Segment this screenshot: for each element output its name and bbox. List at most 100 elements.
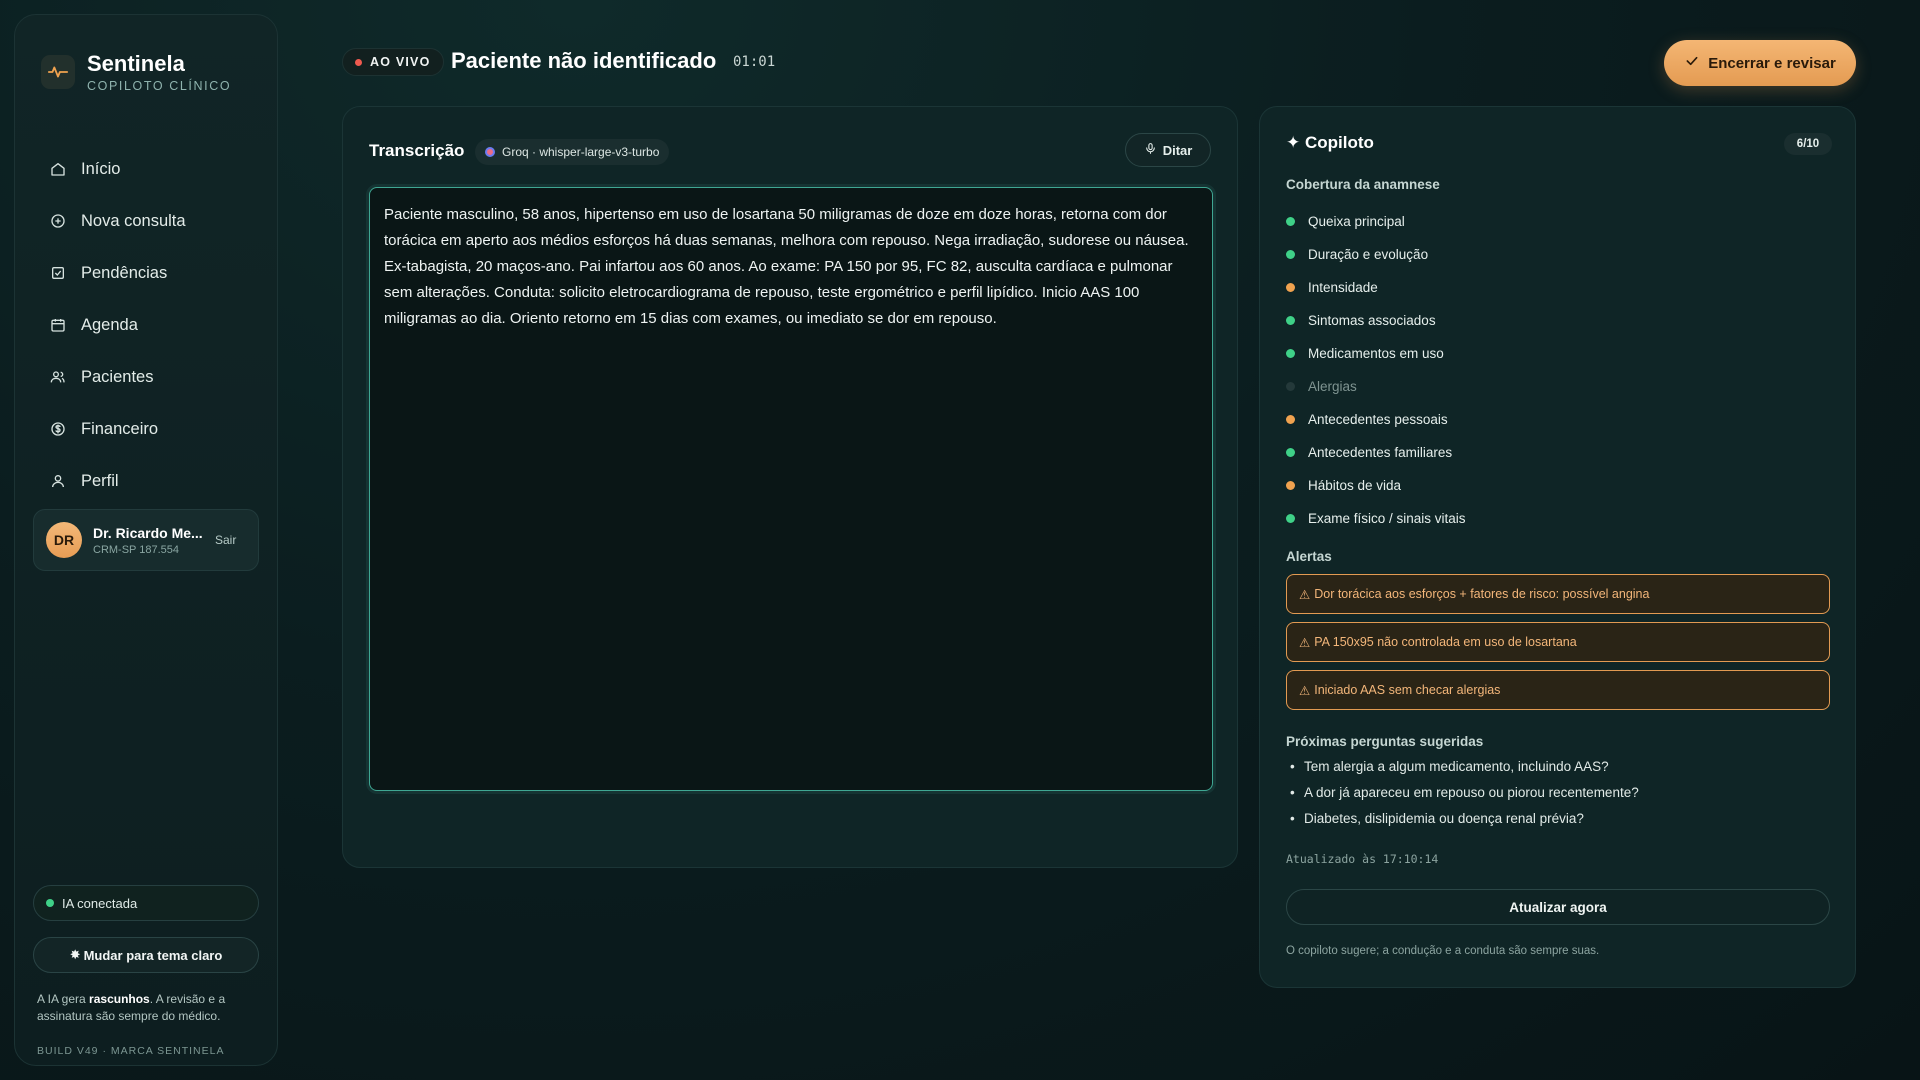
nav-item-label: Agenda xyxy=(81,315,138,334)
warning-icon: ⚠ xyxy=(1299,683,1311,698)
status-dot-icon xyxy=(1286,415,1295,424)
status-dot-icon xyxy=(1286,514,1295,523)
coverage-item-label: Alergias xyxy=(1308,379,1357,394)
coverage-list: Queixa principal Duração e evolução Intens… xyxy=(1286,205,1826,535)
nav-item-label: Pendências xyxy=(81,263,168,282)
transcription-panel: Transcrição Groq · whisper-large-v3-turb… xyxy=(342,106,1238,868)
status-dot-icon xyxy=(1286,316,1295,325)
user-crm: CRM-SP 187.554 xyxy=(93,543,180,556)
coverage-count-badge: 6/10 xyxy=(1784,133,1832,155)
user-icon xyxy=(49,472,67,490)
brand-name: Sentinela xyxy=(87,51,185,76)
status-dot-icon xyxy=(1286,382,1295,391)
coverage-item: Duração e evolução xyxy=(1286,238,1826,271)
list-item: Tem alergia a algum medicamento, incluin… xyxy=(1304,753,1834,779)
dictate-label: Ditar xyxy=(1162,142,1193,158)
questions-title: Próximas perguntas sugeridas xyxy=(1286,734,1484,749)
calendar-icon xyxy=(49,316,67,334)
alert-item: ⚠ Dor torácica aos esforços + fatores de … xyxy=(1286,574,1830,614)
coverage-item: Medicamentos em uso xyxy=(1286,337,1826,370)
coverage-title: Cobertura da anamnese xyxy=(1286,177,1440,192)
coverage-item-label: Medicamentos em uso xyxy=(1308,346,1444,361)
status-dot-icon xyxy=(1286,250,1295,259)
alert-item: ⚠ PA 150x95 não controlada em uso de losa… xyxy=(1286,622,1830,662)
nav-item-label: Perfil xyxy=(81,471,119,490)
coverage-item-label: Intensidade xyxy=(1308,280,1378,295)
coverage-item: Exame físico / sinais vitais xyxy=(1286,502,1826,535)
main-nav: Início Nova consulta Pendências Agenda P… xyxy=(33,143,261,507)
nav-item-label: Início xyxy=(81,159,121,178)
coverage-item: Hábitos de vida xyxy=(1286,469,1826,502)
list-item: A dor já apareceu em repouso ou piorou r… xyxy=(1304,779,1834,805)
coverage-item-label: Hábitos de vida xyxy=(1308,478,1402,493)
dictate-button[interactable]: Ditar xyxy=(1125,133,1211,167)
warning-icon: ⚠ xyxy=(1299,587,1311,602)
ia-status-badge: IA conectada xyxy=(33,885,259,921)
page-title: Paciente não identificado xyxy=(451,48,717,73)
coverage-item: Intensidade xyxy=(1286,271,1826,304)
plus-circle-icon xyxy=(49,212,67,230)
avatar: DR xyxy=(46,522,82,558)
status-dot-icon xyxy=(1286,481,1295,490)
users-icon xyxy=(49,368,67,386)
dollar-icon xyxy=(49,420,67,438)
end-and-review-button[interactable]: Encerrar e revisar xyxy=(1664,40,1856,86)
nav-item-label: Nova consulta xyxy=(81,211,186,230)
coverage-item-label: Queixa principal xyxy=(1308,214,1405,229)
model-icon xyxy=(485,147,495,157)
logout-button[interactable]: Sair xyxy=(215,533,236,547)
nav-item-agenda[interactable]: Agenda xyxy=(33,299,261,351)
transcription-title: Transcrição xyxy=(369,141,465,160)
coverage-item-label: Sintomas associados xyxy=(1308,313,1436,328)
coverage-item-label: Exame físico / sinais vitais xyxy=(1308,511,1466,526)
user-name: Dr. Ricardo Me... xyxy=(93,524,203,541)
model-badge: Groq · whisper-large-v3-turbo xyxy=(475,139,670,165)
ia-status-label: IA conectada xyxy=(62,895,138,911)
brand: Sentinela COPILOTO CLÍNICO xyxy=(41,51,231,93)
coverage-item: Sintomas associados xyxy=(1286,304,1826,337)
theme-toggle-label: Mudar para tema claro xyxy=(83,947,223,963)
coverage-item: Antecedentes pessoais xyxy=(1286,403,1826,436)
pulse-logo-icon xyxy=(41,55,75,89)
copilot-note: O copiloto sugere; a condução e a condut… xyxy=(1286,945,1600,957)
list-item: Diabetes, dislipidemia ou doença renal p… xyxy=(1304,805,1834,831)
end-button-label: Encerrar e revisar xyxy=(1708,54,1836,72)
transcription-textarea[interactable]: Paciente masculino, 58 anos, hipertenso … xyxy=(369,187,1213,791)
status-dot-icon xyxy=(46,899,54,907)
nav-item-pendencias[interactable]: Pendências xyxy=(33,247,261,299)
live-badge: AO VIVO xyxy=(342,48,444,76)
nav-item-nova-consulta[interactable]: Nova consulta xyxy=(33,195,261,247)
nav-item-financeiro[interactable]: Financeiro xyxy=(33,403,261,455)
coverage-item-label: Antecedentes familiares xyxy=(1308,445,1453,460)
alert-item: ⚠ Iniciado AAS sem checar alergias xyxy=(1286,670,1830,710)
sidebar: Sentinela COPILOTO CLÍNICO Início Nova c… xyxy=(14,14,278,1066)
check-icon xyxy=(1684,53,1700,74)
refresh-now-button[interactable]: Atualizar agora xyxy=(1286,889,1830,925)
coverage-item-label: Antecedentes pessoais xyxy=(1308,412,1448,427)
coverage-item-label: Duração e evolução xyxy=(1308,247,1429,262)
nav-item-inicio[interactable]: Início xyxy=(33,143,261,195)
ai-disclaimer: A IA gera rascunhos. A revisão e a assin… xyxy=(37,992,226,1023)
questions-list: Tem alergia a algum medicamento, incluin… xyxy=(1304,753,1834,831)
copilot-panel: ✦ Copiloto 6/10 Cobertura da anamnese Qu… xyxy=(1259,106,1856,988)
brand-subtitle: COPILOTO CLÍNICO xyxy=(87,79,232,93)
status-dot-icon xyxy=(1286,448,1295,457)
theme-toggle-button[interactable]: ✸ Mudar para tema claro xyxy=(33,937,259,973)
coverage-item: Antecedentes familiares xyxy=(1286,436,1826,469)
copilot-title: ✦ Copiloto xyxy=(1286,133,1374,152)
user-card: DR Dr. Ricardo Me... CRM-SP 187.554 Sair xyxy=(33,509,259,571)
warning-icon: ⚠ xyxy=(1299,635,1311,650)
nav-item-pacientes[interactable]: Pacientes xyxy=(33,351,261,403)
checklist-icon xyxy=(49,264,67,282)
status-dot-icon xyxy=(1286,349,1295,358)
session-timer: 01:01 xyxy=(733,54,776,70)
home-icon xyxy=(49,160,67,178)
status-dot-icon xyxy=(1286,283,1295,292)
microphone-icon xyxy=(1144,142,1157,158)
updated-timestamp: Atualizado às 17:10:14 xyxy=(1286,852,1439,866)
nav-item-perfil[interactable]: Perfil xyxy=(33,455,261,507)
sun-icon: ✸ xyxy=(69,947,81,962)
nav-item-label: Pacientes xyxy=(81,367,154,386)
coverage-item: Alergias xyxy=(1286,370,1826,403)
alerts-title: Alertas xyxy=(1286,549,1332,564)
